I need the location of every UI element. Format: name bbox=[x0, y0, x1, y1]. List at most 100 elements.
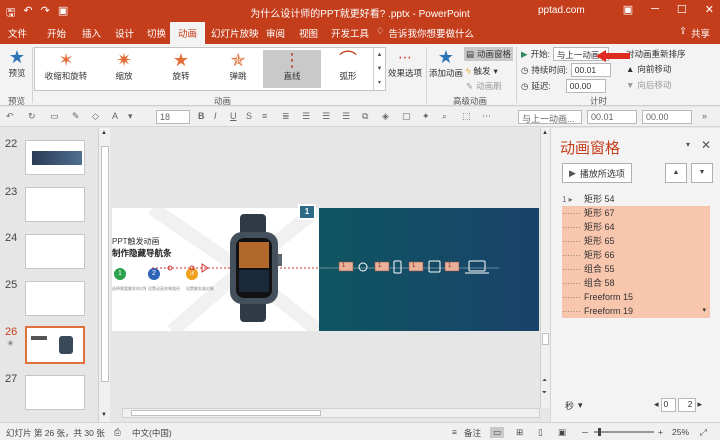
gallery-item-shrink-turn[interactable]: ✶ 收缩和旋转 bbox=[37, 50, 95, 88]
slide-vertical-scrollbar[interactable]: ▲ ⏶ ⏷ bbox=[540, 128, 550, 408]
next-slide-icon[interactable]: ⏷ bbox=[542, 390, 547, 397]
slide-dark-panel[interactable]: 1 1 1 1 bbox=[319, 208, 539, 331]
animation-list-item[interactable]: ······· Freeform 15 bbox=[562, 290, 710, 304]
undo-icon[interactable]: ↶ bbox=[6, 111, 14, 122]
more-icon[interactable]: ⋯ bbox=[482, 111, 491, 122]
previous-slide-icon[interactable]: ⏶ bbox=[542, 378, 547, 385]
slide-horizontal-scrollbar[interactable] bbox=[122, 408, 540, 418]
chevron-down-icon[interactable]: ▾ bbox=[578, 400, 583, 411]
scroll-thumb[interactable] bbox=[542, 333, 549, 345]
slide-sorter-icon[interactable]: ⊞ bbox=[516, 427, 523, 438]
align-right-icon[interactable]: ☰ bbox=[342, 111, 350, 122]
text-icon[interactable]: A bbox=[112, 111, 118, 121]
shape-effects-icon[interactable]: ✦ bbox=[422, 111, 430, 122]
gallery-scroll[interactable]: ▲ ▼ ▾ bbox=[373, 48, 385, 90]
thumbnail-scrollbar[interactable]: ▲ ▼ bbox=[98, 128, 110, 422]
tab-slideshow[interactable]: 幻灯片放映 bbox=[211, 26, 259, 40]
tab-animations[interactable]: 动画 bbox=[170, 22, 206, 44]
gallery-item-lines[interactable]: ⋮ 直线 bbox=[263, 50, 321, 88]
zoom-out-icon[interactable]: ─ bbox=[582, 427, 588, 437]
trigger-button[interactable]: ϟ 触发 ▾ bbox=[466, 65, 498, 77]
bullets-icon[interactable]: ≡ bbox=[262, 111, 267, 121]
animation-painter-button[interactable]: ✎ 动画刷 bbox=[466, 80, 502, 92]
duration-input[interactable]: 00.01 bbox=[570, 63, 611, 77]
language-status[interactable]: 中文(中国) bbox=[132, 427, 172, 439]
zoom-in-icon[interactable]: + bbox=[658, 427, 663, 437]
shadow-icon[interactable]: S bbox=[246, 111, 252, 121]
tab-design[interactable]: 设计 bbox=[115, 26, 134, 40]
move-earlier-button[interactable]: ▲ 向前移动 bbox=[626, 63, 671, 75]
close-icon[interactable]: ✕ bbox=[701, 138, 711, 152]
tab-view[interactable]: 视图 bbox=[299, 26, 318, 40]
notes-button[interactable]: 备注 bbox=[464, 427, 481, 439]
tab-home[interactable]: 开始 bbox=[47, 26, 66, 40]
slideshow-view-icon[interactable]: ▣ bbox=[558, 427, 566, 438]
arrange-icon[interactable]: ⧉ bbox=[362, 111, 368, 122]
animation-list-item[interactable]: ······· 组合 55 bbox=[562, 262, 710, 276]
move-up-button[interactable]: ▲ bbox=[665, 163, 687, 183]
animation-list-item[interactable]: ······· 矩形 65 bbox=[562, 234, 710, 248]
share-button[interactable]: ⇪ 共享 bbox=[679, 26, 710, 40]
tab-file[interactable]: 文件 bbox=[8, 26, 27, 40]
select-icon[interactable]: ⬚ bbox=[462, 111, 471, 122]
animation-pane-button[interactable]: ▤ 动画窗格 bbox=[464, 47, 514, 61]
scroll-thumb[interactable] bbox=[131, 410, 321, 416]
chevron-down-icon[interactable]: ▾ bbox=[702, 304, 706, 318]
animation-list-item[interactable]: ······· 矩形 64 bbox=[562, 220, 710, 234]
font-name-select[interactable]: ▾ bbox=[128, 111, 133, 122]
italic-icon[interactable]: I bbox=[214, 111, 217, 121]
zoom-level[interactable]: 25% bbox=[672, 427, 689, 437]
slide-content[interactable]: PPT触发动画 制作隐藏导航条 1 2 3 选择需要触发的对象 设置动画效果路径… bbox=[112, 208, 319, 331]
numbering-icon[interactable]: ≣ bbox=[282, 111, 290, 122]
gallery-item-arcs[interactable]: ⌒ 弧形 bbox=[319, 50, 377, 88]
tab-insert[interactable]: 插入 bbox=[82, 26, 101, 40]
chevron-up-icon[interactable]: ▲ bbox=[374, 48, 385, 62]
chevron-up-icon[interactable]: ▲ bbox=[542, 130, 548, 136]
effect-options-button[interactable]: ⋯ 效果选项 bbox=[386, 47, 424, 79]
chevron-down-icon[interactable]: ▼ bbox=[101, 412, 107, 418]
align-center-icon[interactable]: ☰ bbox=[322, 111, 330, 122]
zoom-thumb[interactable] bbox=[598, 428, 601, 436]
font-size-select[interactable]: 18 bbox=[156, 110, 190, 124]
timeline-scale[interactable]: ◂ 0 2 ▸ bbox=[654, 397, 710, 412]
animation-gallery[interactable]: ✶ 收缩和旋转 ✷ 缩放 ★ 旋转 ✯ 弹跳 ⋮ 直线 ⌒ 弧形 ▲ ▼ ▾ bbox=[34, 47, 386, 91]
delay-input-mini[interactable]: 00.00 bbox=[642, 110, 692, 124]
ribbon-display-icon[interactable]: ▣ bbox=[623, 3, 633, 16]
bold-icon[interactable]: B bbox=[198, 111, 205, 121]
gallery-item-bounce[interactable]: ✯ 弹跳 bbox=[209, 50, 267, 88]
chevron-right-icon[interactable]: ▸ bbox=[698, 399, 703, 410]
animation-list-item[interactable]: ······· 组合 58 bbox=[562, 276, 710, 290]
overflow-icon[interactable]: » bbox=[702, 111, 707, 121]
close-icon[interactable]: ✕ bbox=[705, 3, 714, 16]
animation-list-item[interactable]: 1 ▸ 矩形 54 bbox=[562, 192, 710, 206]
preview-button[interactable]: ★ 预览 bbox=[4, 47, 30, 79]
animation-order-badge[interactable]: 1 bbox=[298, 204, 316, 220]
animation-list-item[interactable]: ······· Freeform 19 ▾ bbox=[562, 304, 710, 318]
chevron-up-icon[interactable]: ▲ bbox=[101, 130, 107, 136]
tab-review[interactable]: 审阅 bbox=[266, 26, 285, 40]
tab-transitions[interactable]: 切换 bbox=[147, 26, 166, 40]
redo-icon[interactable]: ↻ bbox=[28, 111, 36, 122]
notes-icon[interactable]: ≡ bbox=[452, 427, 457, 437]
tab-developer[interactable]: 开发工具 bbox=[331, 26, 369, 40]
duration-input-mini[interactable]: 00.01 bbox=[587, 110, 637, 124]
maximize-icon[interactable]: ☐ bbox=[677, 3, 687, 16]
find-icon[interactable]: ⌕ bbox=[442, 111, 447, 122]
slide-thumbnail-25[interactable] bbox=[25, 281, 85, 316]
chevron-down-icon[interactable]: ▼ bbox=[374, 62, 385, 76]
slide-canvas[interactable]: PPT触发动画 制作隐藏导航条 1 2 3 选择需要触发的对象 设置动画效果路径… bbox=[112, 128, 550, 422]
start-select-mini[interactable]: 与上一动画... bbox=[518, 110, 582, 124]
slide-thumbnail-27[interactable] bbox=[25, 375, 85, 410]
tell-me-box[interactable]: ♢ 告诉我你想要做什么 bbox=[376, 26, 474, 40]
new-slide-icon[interactable]: ▭ bbox=[50, 111, 59, 122]
reading-view-icon[interactable]: ▯ bbox=[538, 427, 543, 438]
move-later-button[interactable]: ▼ 向后移动 bbox=[626, 79, 671, 91]
scroll-thumb[interactable] bbox=[101, 146, 109, 382]
shape-outline-icon[interactable]: ▢ bbox=[402, 111, 411, 122]
play-selected-button[interactable]: ▶ 播放所选项 bbox=[562, 163, 632, 183]
gallery-item-zoom[interactable]: ✷ 缩放 bbox=[95, 50, 153, 88]
zoom-slider[interactable] bbox=[594, 428, 654, 436]
underline-icon[interactable]: U bbox=[230, 111, 237, 121]
format-painter-icon[interactable]: ✎ bbox=[72, 111, 80, 122]
more-icon[interactable]: ▾ bbox=[374, 76, 385, 90]
